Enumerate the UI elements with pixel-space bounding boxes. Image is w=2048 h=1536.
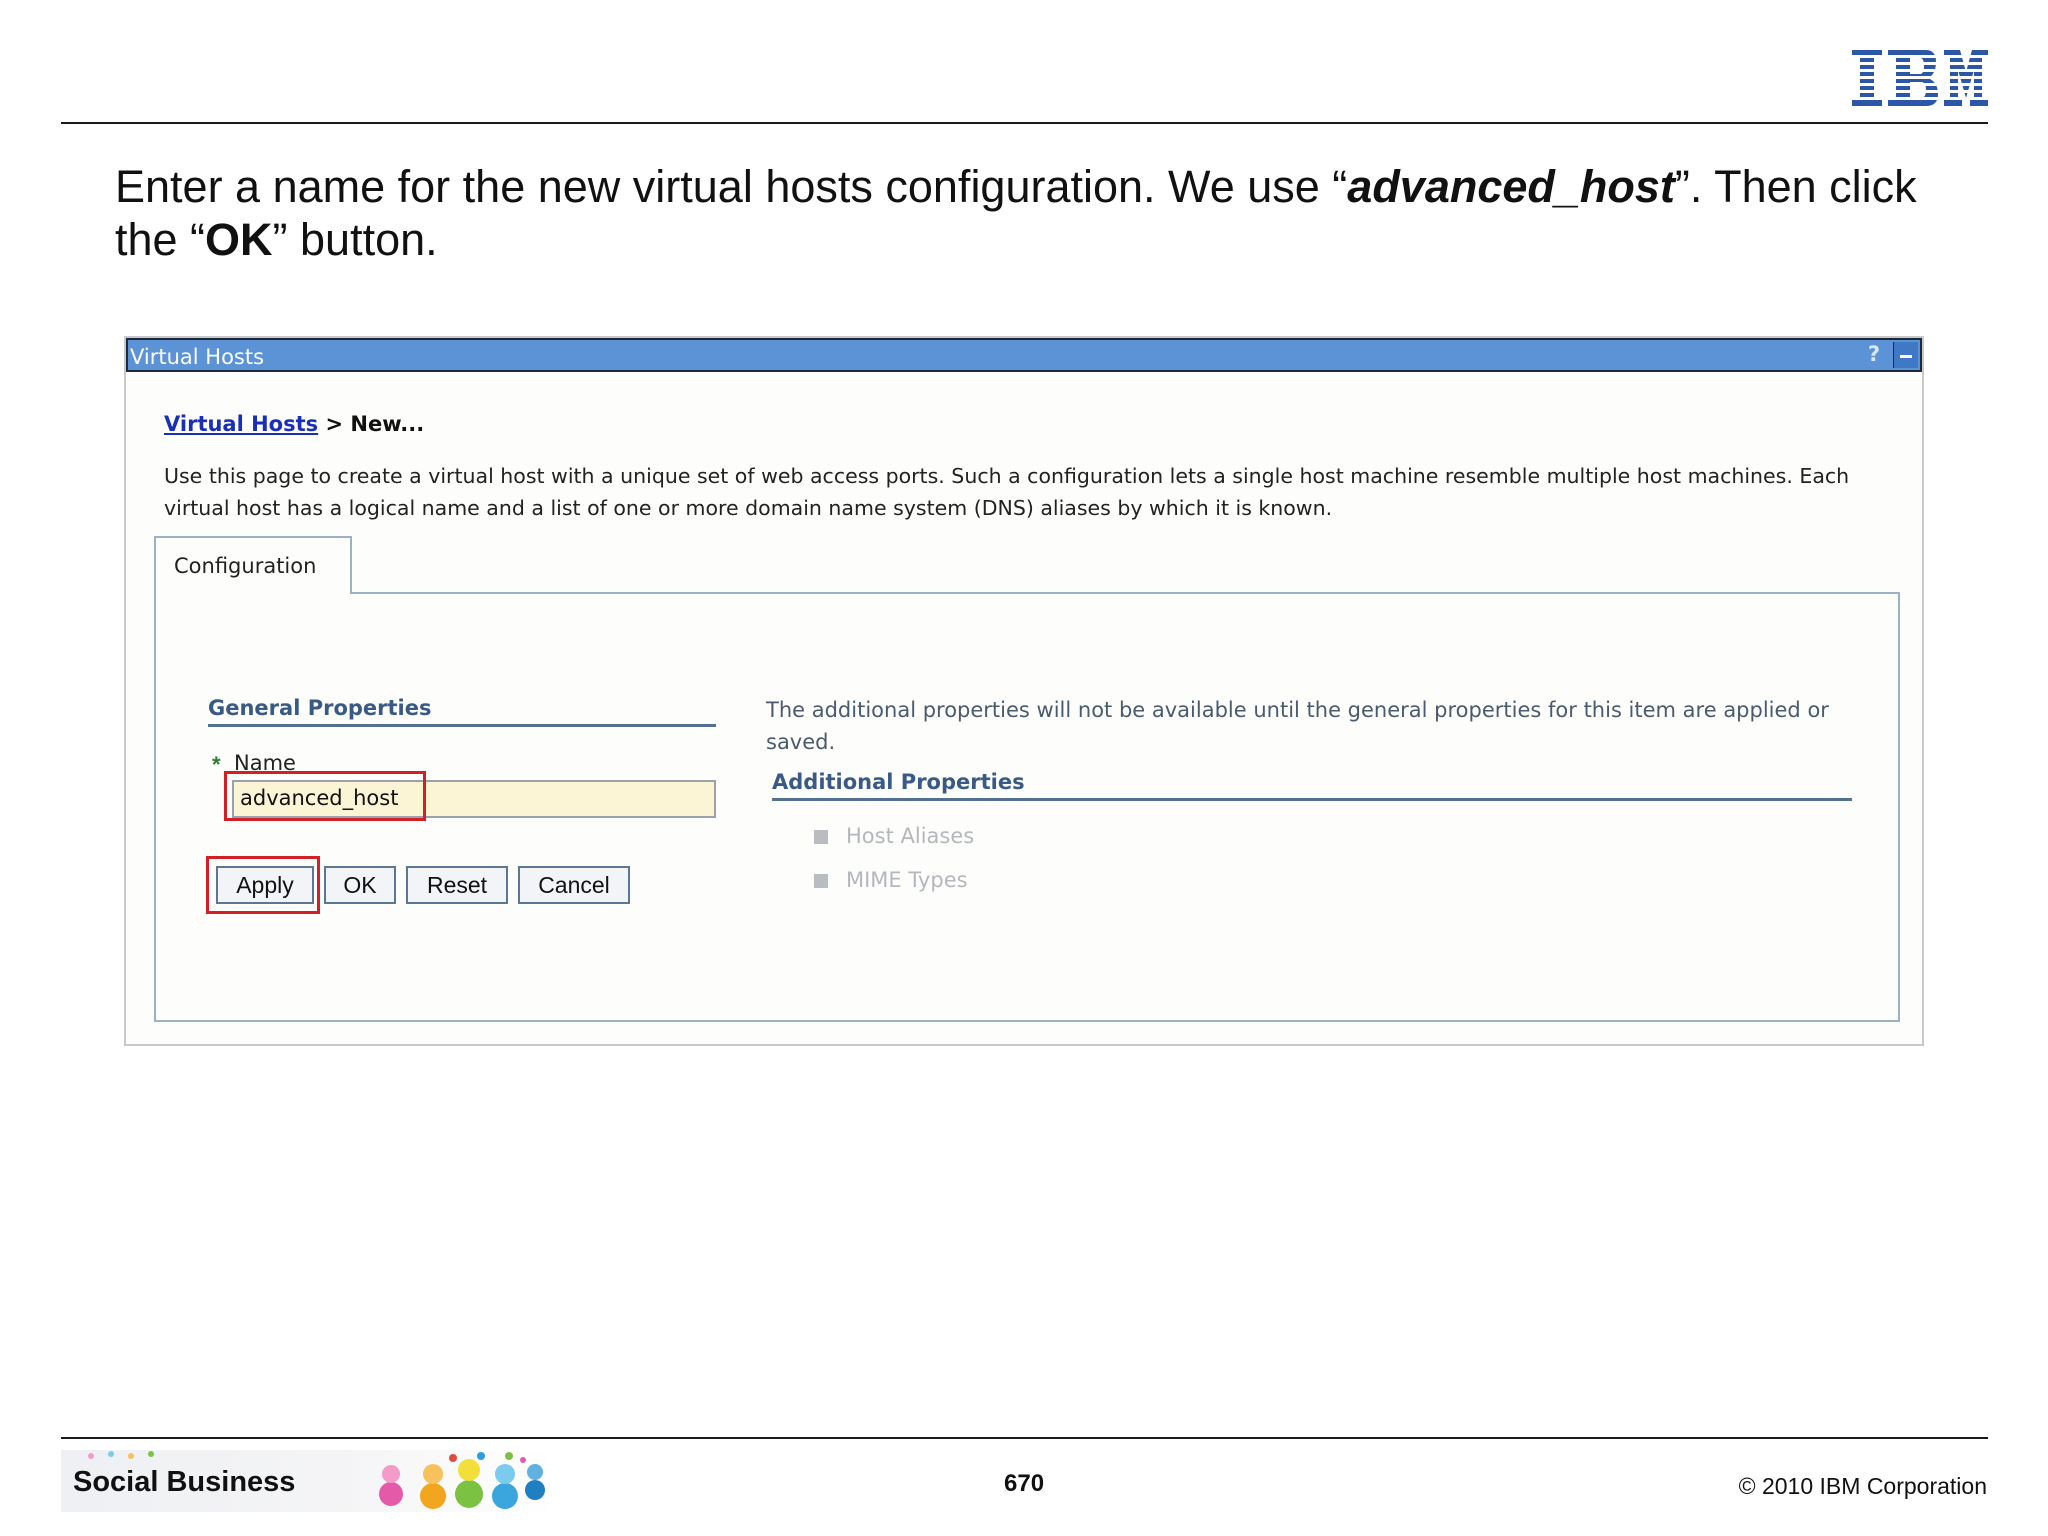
breadcrumb-link-virtual-hosts[interactable]: Virtual Hosts xyxy=(164,412,318,436)
breadcrumb-current: New... xyxy=(350,412,425,436)
mime-types-bullet-icon xyxy=(814,874,828,888)
breadcrumb-separator: > xyxy=(318,412,351,436)
general-properties-heading: General Properties xyxy=(208,696,432,720)
page-description: Use this page to create a virtual host w… xyxy=(164,464,1850,520)
banner-title: Social Business xyxy=(73,1466,296,1498)
minimize-icon[interactable] xyxy=(1893,342,1918,368)
mime-types-link: MIME Types xyxy=(846,868,968,892)
ibm-logo xyxy=(1852,50,1988,106)
copyright: © 2010 IBM Corporation xyxy=(1738,1473,1987,1499)
virtual-hosts-panel: Virtual Hosts ? Virtual Hosts > New... U… xyxy=(124,336,1924,1046)
additional-properties-rule xyxy=(772,798,1852,801)
apply-button[interactable]: Apply xyxy=(216,866,314,904)
host-aliases-link: Host Aliases xyxy=(846,824,975,848)
slide-title: Enter a name for the new virtual hosts c… xyxy=(115,161,1917,265)
name-input[interactable]: advanced_host xyxy=(232,780,716,818)
header-rule xyxy=(61,122,1988,124)
breadcrumb: Virtual Hosts > New... xyxy=(164,412,424,436)
host-aliases-bullet-icon xyxy=(814,830,828,844)
reset-button[interactable]: Reset xyxy=(406,866,508,904)
social-business-banner: Social Business xyxy=(61,1450,555,1512)
cancel-button[interactable]: Cancel xyxy=(518,866,630,904)
help-icon[interactable]: ? xyxy=(1864,342,1884,368)
panel-titlebar: Virtual Hosts ? xyxy=(126,338,1922,372)
tab-configuration-label: Configuration xyxy=(174,554,317,578)
page-number: 670 xyxy=(1004,1470,1045,1497)
footer-rule xyxy=(61,1437,1988,1439)
additional-properties-note: The additional properties will not be av… xyxy=(766,698,1829,754)
panel-title: Virtual Hosts xyxy=(130,345,265,369)
required-icon: * xyxy=(212,752,221,777)
additional-properties-heading: Additional Properties xyxy=(772,770,1025,794)
ok-button[interactable]: OK xyxy=(324,866,396,904)
general-properties-rule xyxy=(208,724,716,727)
name-label: Name xyxy=(234,751,296,775)
tab-configuration[interactable]: Configuration xyxy=(154,536,352,594)
